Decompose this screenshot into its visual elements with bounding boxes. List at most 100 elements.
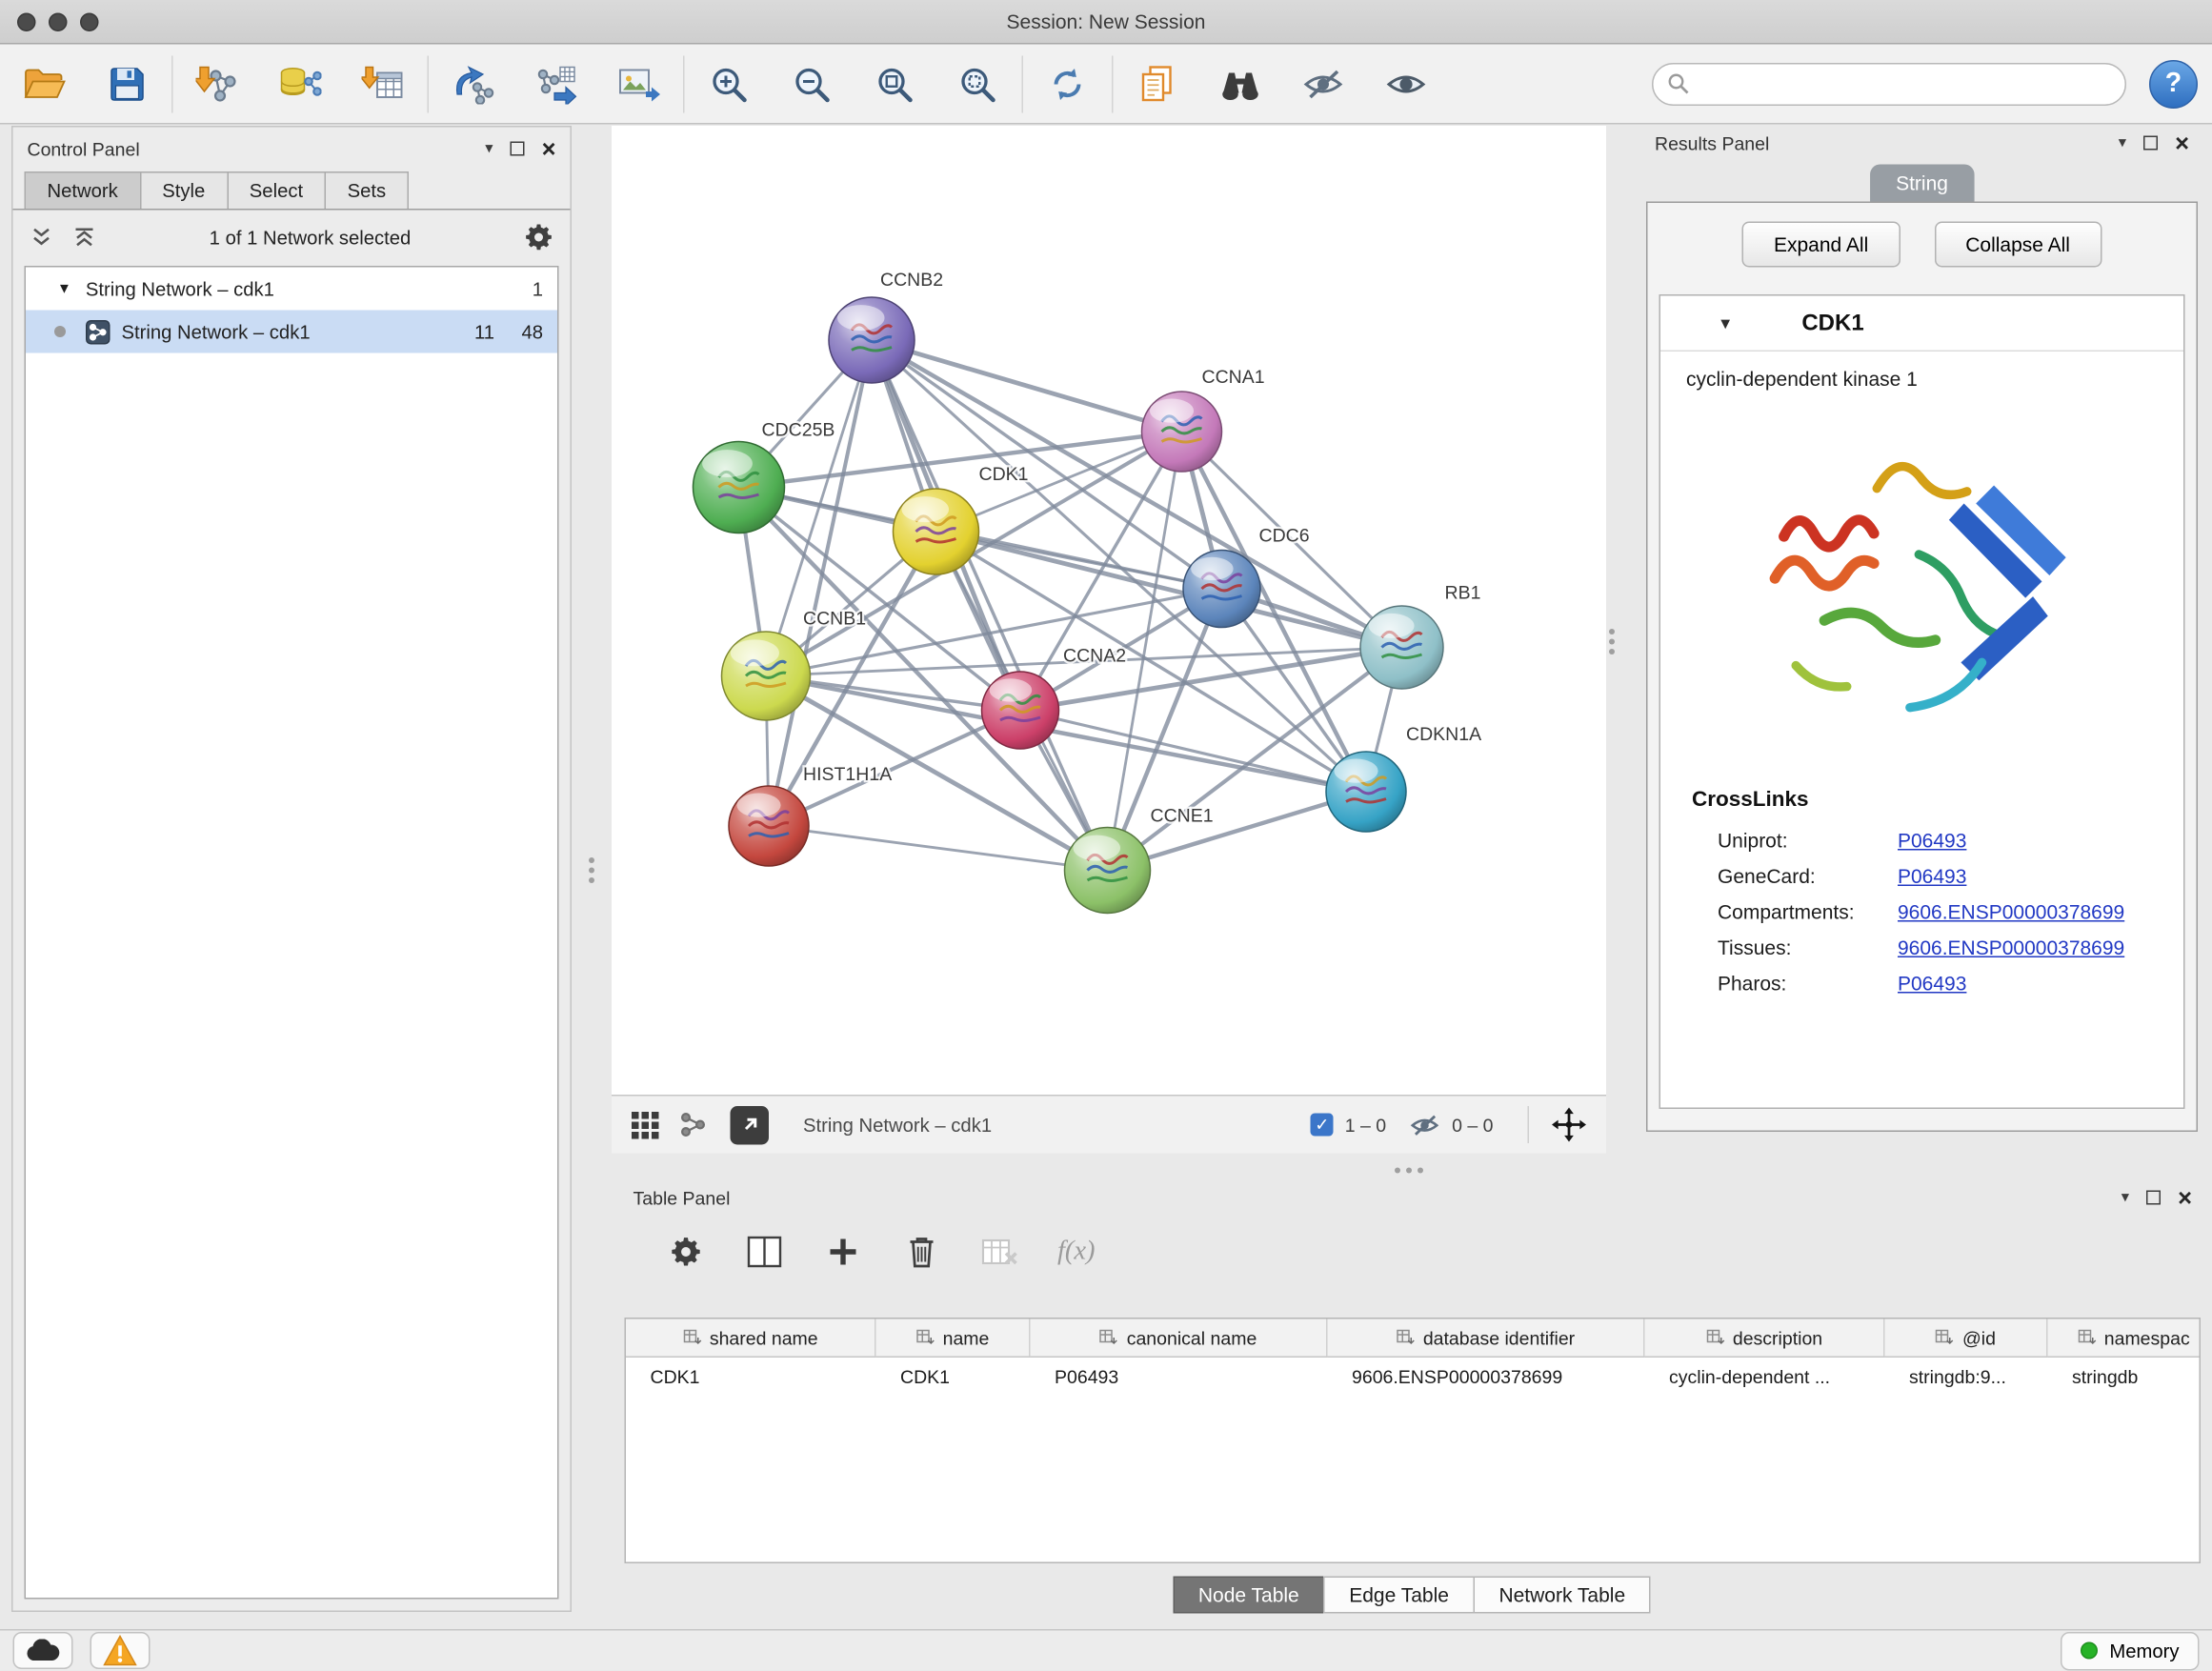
toolbar-separator — [683, 55, 685, 112]
zoom-fit-button[interactable] — [862, 50, 928, 116]
tab-network-table[interactable]: Network Table — [1473, 1577, 1651, 1614]
table-options-button[interactable] — [665, 1231, 708, 1274]
expand-all-button[interactable]: Expand All — [1742, 222, 1900, 268]
network-node-hist1h1a[interactable]: HIST1H1A — [729, 764, 892, 866]
close-panel-icon[interactable]: × — [2178, 1185, 2192, 1210]
network-edge[interactable] — [872, 340, 1108, 871]
grid-view-icon[interactable] — [632, 1111, 659, 1138]
network-node-cdkn1a[interactable]: CDKN1A — [1326, 724, 1481, 832]
tab-network[interactable]: Network — [25, 171, 141, 209]
network-node-ccna1[interactable]: CCNA1 — [1142, 367, 1265, 472]
network-node-ccnb2[interactable]: CCNB2 — [829, 270, 943, 383]
column-header[interactable]: @id — [1885, 1319, 2048, 1359]
panel-menu-icon[interactable]: ▾ — [2119, 135, 2126, 151]
show-columns-button[interactable] — [743, 1231, 786, 1274]
gene-card: ▼ CDK1 cyclin-dependent kinase 1 — [1659, 294, 2185, 1109]
network-row[interactable]: String Network – cdk1 11 48 — [26, 311, 557, 353]
tab-sets[interactable]: Sets — [325, 171, 410, 209]
close-window-button[interactable] — [17, 12, 36, 31]
panel-menu-icon[interactable]: ▾ — [485, 141, 493, 157]
export-image-button[interactable] — [606, 50, 672, 116]
gear-icon[interactable] — [525, 223, 553, 252]
panel-menu-icon[interactable]: ▾ — [2122, 1190, 2129, 1206]
hide-graphics-details-button[interactable] — [1291, 50, 1357, 116]
crosslink-link[interactable]: 9606.ENSP00000378699 — [1898, 899, 2124, 922]
import-network-from-database-button[interactable] — [268, 50, 333, 116]
open-session-button[interactable] — [11, 50, 77, 116]
apply-preferred-layout-button[interactable] — [1035, 50, 1100, 116]
network-collection-row[interactable]: ▼ String Network – cdk1 1 — [26, 268, 557, 311]
string-network-icon — [86, 319, 111, 344]
zoom-in-button[interactable] — [696, 50, 762, 116]
column-header[interactable]: description — [1645, 1319, 1885, 1359]
column-header[interactable]: name — [876, 1319, 1031, 1359]
horizontal-splitter[interactable] — [1395, 1168, 1423, 1174]
crosslink-link[interactable]: P06493 — [1898, 971, 1966, 994]
network-node-cdk1[interactable]: CDK1 — [894, 464, 1029, 574]
warnings-button[interactable] — [90, 1632, 151, 1669]
left-splitter[interactable] — [589, 857, 594, 883]
network-selection-status: 1 of 1 Network selected — [96, 227, 525, 249]
maximize-window-button[interactable] — [80, 12, 99, 31]
copy-button[interactable] — [1125, 50, 1191, 116]
network-node-ccnb1[interactable]: CCNB1 — [722, 609, 867, 721]
table-row[interactable]: CDK1 CDK1 P06493 9606.ENSP00000378699 cy… — [626, 1358, 2200, 1397]
network-edge[interactable] — [769, 826, 1108, 871]
right-splitter[interactable] — [1609, 629, 1615, 654]
crosslink-link[interactable]: P06493 — [1898, 864, 1966, 887]
show-graphics-details-button[interactable] — [1374, 50, 1439, 116]
expand-to-top-icon[interactable] — [73, 228, 96, 248]
network-edge[interactable] — [769, 340, 872, 826]
selected-checkbox[interactable]: ✓ — [1311, 1114, 1334, 1137]
help-button[interactable]: ? — [2149, 59, 2198, 108]
float-panel-icon[interactable] — [2143, 136, 2158, 151]
import-network-from-file-button[interactable] — [185, 50, 251, 116]
create-column-button[interactable] — [822, 1231, 865, 1274]
search-input[interactable] — [1699, 71, 2111, 96]
network-edge[interactable] — [872, 340, 1182, 432]
column-header[interactable]: database identifier — [1328, 1319, 1645, 1359]
zoom-selected-button[interactable] — [945, 50, 1011, 116]
crosslink-link[interactable]: 9606.ENSP00000378699 — [1898, 936, 2124, 958]
memory-button[interactable]: Memory — [2061, 1631, 2199, 1670]
tab-node-table[interactable]: Node Table — [1173, 1577, 1325, 1614]
collapse-all-icon[interactable] — [30, 228, 53, 248]
delete-table-button-disabled[interactable] — [979, 1231, 1022, 1274]
results-panel: Results Panel ▾ × String Expand All Coll… — [1643, 126, 2201, 1132]
gene-card-header[interactable]: ▼ CDK1 — [1660, 296, 2183, 352]
network-canvas[interactable]: CCNB2CCNA1CDC25BCDK1CDC6RB1CCNB1CCNA2CDK… — [612, 126, 1606, 1095]
save-session-button[interactable] — [94, 50, 160, 116]
tab-select[interactable]: Select — [227, 171, 326, 209]
column-header[interactable]: shared name — [626, 1319, 876, 1359]
close-panel-icon[interactable]: × — [542, 136, 556, 161]
crosslink-label: Tissues: — [1718, 936, 1898, 958]
float-panel-icon[interactable] — [511, 142, 525, 156]
crosshair-icon[interactable] — [1552, 1108, 1586, 1142]
hidden-eye-slash-icon[interactable] — [1409, 1113, 1440, 1137]
detach-view-button[interactable] — [731, 1105, 770, 1144]
find-button[interactable] — [1208, 50, 1274, 116]
function-builder-button[interactable]: f(x) — [1057, 1237, 1096, 1268]
crosslink-link[interactable]: P06493 — [1898, 828, 1966, 851]
collapse-gene-icon[interactable]: ▼ — [1718, 316, 1733, 333]
node-count: 11 — [460, 321, 494, 343]
close-panel-icon[interactable]: × — [2175, 131, 2189, 155]
import-table-button[interactable] — [351, 50, 416, 116]
delete-column-button[interactable] — [900, 1231, 943, 1274]
network-node-rb1[interactable]: RB1 — [1360, 583, 1480, 690]
column-header[interactable]: namespac — [2048, 1319, 2202, 1359]
export-network-button[interactable] — [523, 50, 589, 116]
tab-style[interactable]: Style — [139, 171, 228, 209]
column-header[interactable]: canonical name — [1031, 1319, 1328, 1359]
float-panel-icon[interactable] — [2146, 1191, 2161, 1205]
tab-edge-table[interactable]: Edge Table — [1323, 1577, 1475, 1614]
cloud-status-button[interactable] — [13, 1632, 73, 1669]
minimize-window-button[interactable] — [49, 12, 68, 31]
network-edge[interactable] — [1020, 711, 1366, 793]
zoom-out-button[interactable] — [779, 50, 845, 116]
tree-expand-icon[interactable]: ▼ — [57, 281, 71, 297]
network-overview-icon[interactable] — [679, 1111, 708, 1139]
string-tab[interactable]: String — [1870, 165, 1974, 202]
new-network-from-selection-button[interactable] — [440, 50, 506, 116]
collapse-all-button[interactable]: Collapse All — [1934, 222, 2101, 268]
